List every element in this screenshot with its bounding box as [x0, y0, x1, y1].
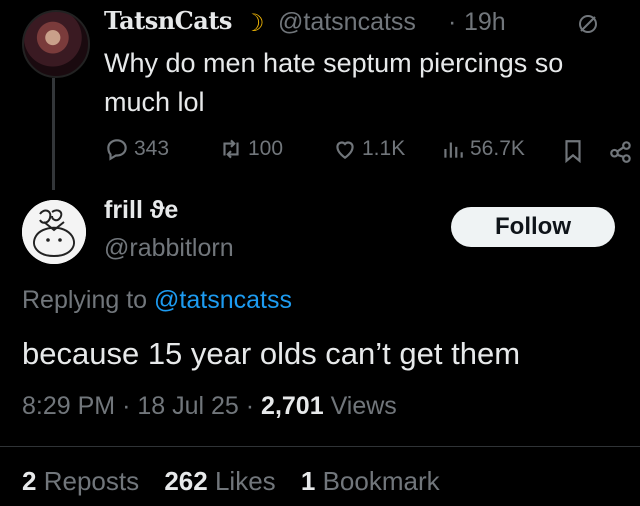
- bookmarks-label: Bookmark: [322, 466, 440, 496]
- follow-button[interactable]: Follow: [451, 207, 615, 247]
- reply-icon: [107, 139, 127, 161]
- share-icon: [610, 141, 631, 163]
- moon-emoji-icon: ☽: [243, 10, 265, 37]
- date[interactable]: 18 Jul 25: [137, 392, 238, 420]
- avatar[interactable]: [22, 10, 90, 78]
- reply-button[interactable]: 343: [104, 134, 169, 164]
- reply-count: 343: [134, 137, 170, 160]
- replying-to: Replying to @tatsncatss: [22, 286, 292, 315]
- avatar[interactable]: [22, 200, 86, 264]
- bookmark-button[interactable]: [560, 136, 590, 166]
- replying-prefix: Replying to: [22, 286, 148, 314]
- likes-count: 262: [164, 466, 208, 496]
- like-icon: [336, 141, 354, 159]
- like-count: 1.1K: [362, 137, 406, 160]
- likes-label: Likes: [214, 466, 276, 496]
- likes-stat[interactable]: 262 Likes: [164, 466, 275, 496]
- repost-count: 100: [248, 137, 284, 160]
- like-button[interactable]: 1.1K: [332, 134, 405, 164]
- bookmarks-stat[interactable]: 1 Bookmark: [301, 466, 440, 496]
- separator-dot: ·: [245, 392, 255, 420]
- repost-button[interactable]: 100: [218, 134, 283, 164]
- reposts-count: 2: [22, 466, 37, 496]
- views-button[interactable]: 56.7K: [440, 134, 525, 164]
- timestamp[interactable]: 19h: [464, 8, 506, 37]
- display-name[interactable]: frill ϑe: [104, 196, 178, 225]
- reposts-label: Reposts: [43, 466, 140, 496]
- engagement-stats: 2 Reposts 262 Likes 1 Bookmark: [22, 466, 440, 497]
- divider: [0, 446, 640, 447]
- handle[interactable]: @rabbitlorn: [104, 234, 234, 263]
- tweet-text: because 15 year olds can’t get them: [22, 336, 521, 371]
- tweet-text: Why do men hate septum piercings so much…: [104, 48, 564, 117]
- separator-dot: ·: [122, 392, 131, 420]
- bookmarks-count: 1: [300, 466, 316, 496]
- share-button[interactable]: [608, 136, 638, 166]
- bookmark-icon: [565, 140, 581, 164]
- views-label: Views: [330, 392, 397, 420]
- tweet-meta: 8:29 PM · 18 Jul 25 · 2,701 Views: [22, 392, 397, 421]
- separator-dot: ·: [448, 8, 457, 36]
- views-count: 2,701: [261, 392, 324, 420]
- timestamp[interactable]: 8:29 PM: [22, 392, 115, 420]
- display-name[interactable]: TatsnCats: [104, 6, 232, 35]
- views-icon: [444, 142, 463, 158]
- thread-line: [52, 78, 55, 190]
- bunny-sketch-icon: [22, 200, 86, 264]
- repost-icon: [223, 139, 239, 159]
- reposts-stat[interactable]: 2 Reposts: [22, 466, 139, 496]
- no-symbol-icon: [579, 15, 597, 33]
- mention-link[interactable]: @tatsncatss: [154, 286, 292, 314]
- handle[interactable]: @tatsncatss: [278, 8, 416, 37]
- view-count: 56.7K: [470, 137, 525, 160]
